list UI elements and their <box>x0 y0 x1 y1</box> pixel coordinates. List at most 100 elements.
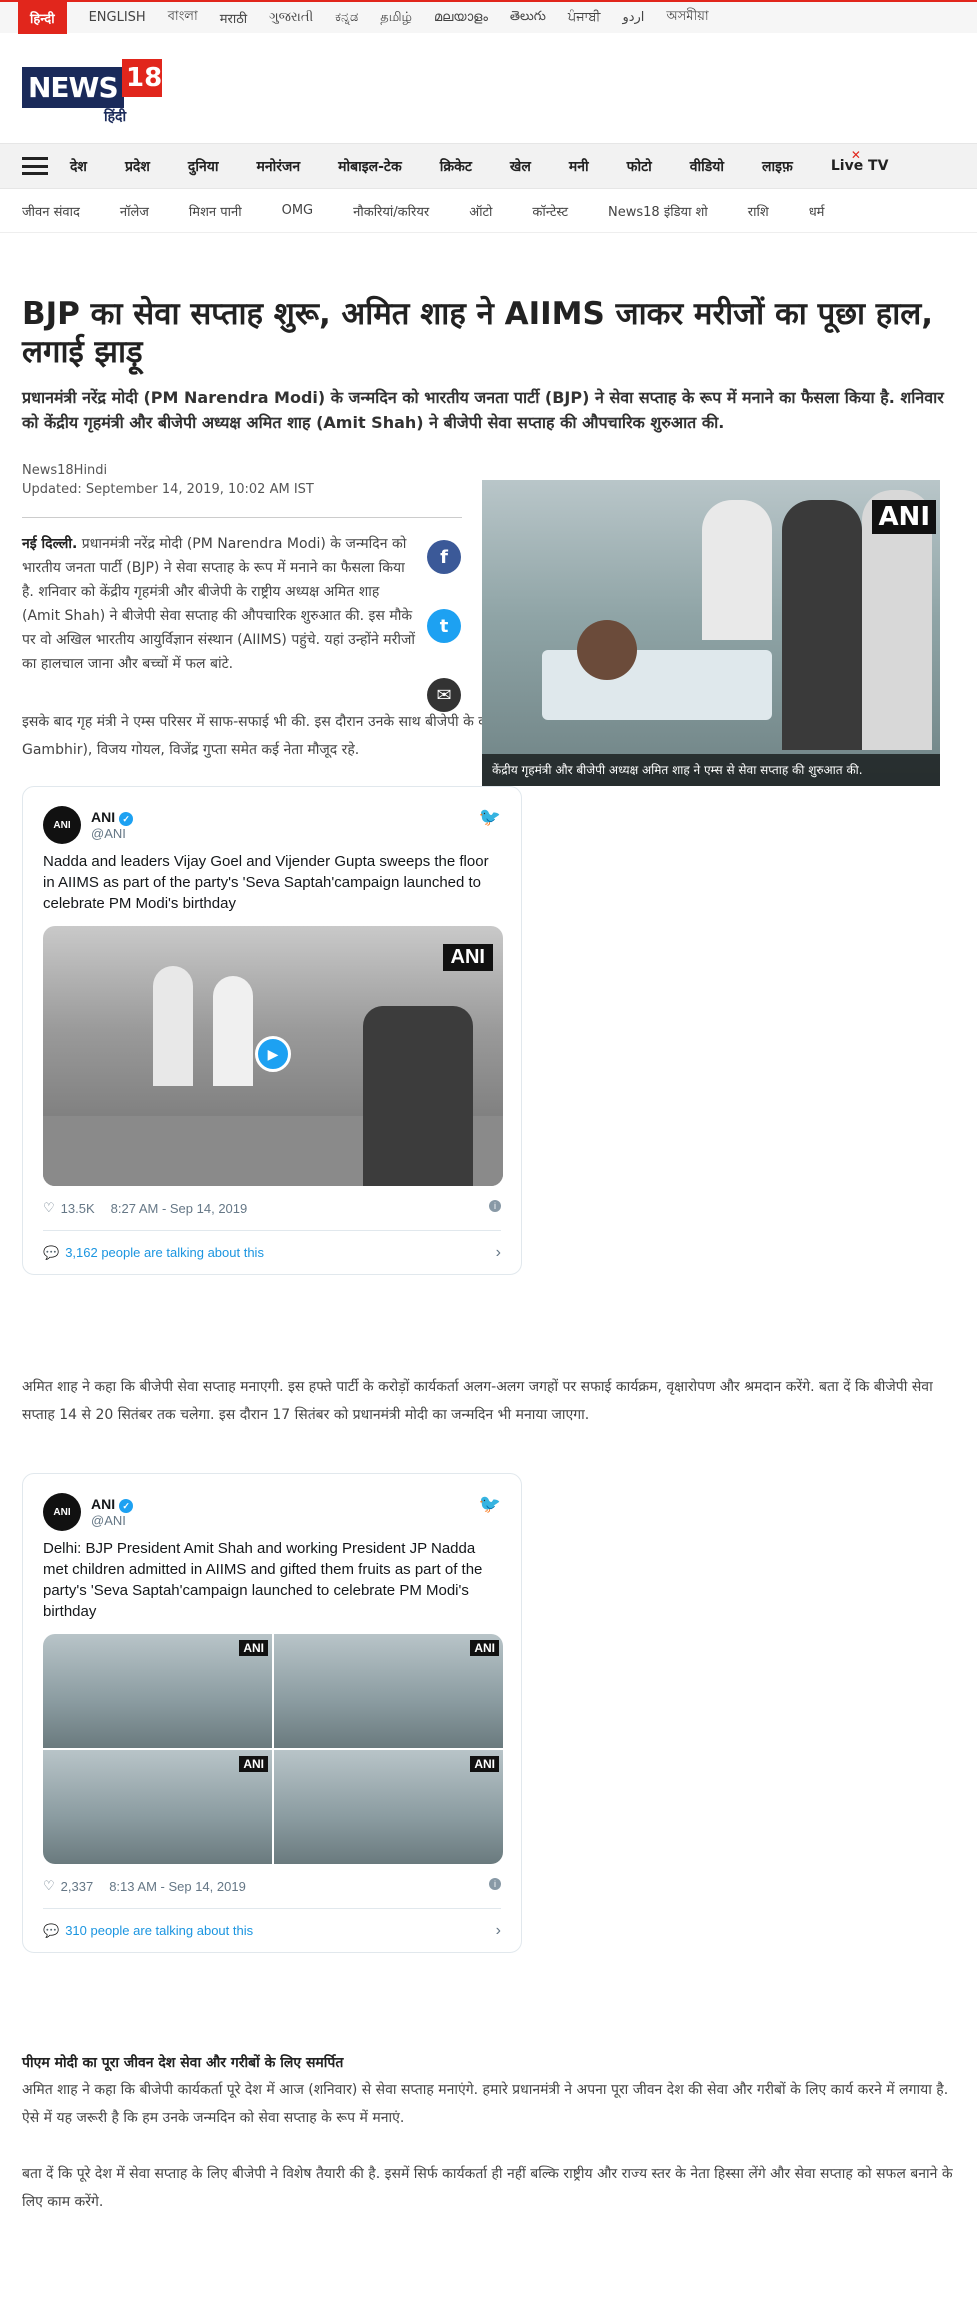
lang-assamese[interactable]: অসমীয়া <box>666 7 708 28</box>
hamburger-menu-icon[interactable] <box>22 157 48 175</box>
tweet-header: ANI ANI ✓ @ANI 🐦 <box>43 805 501 845</box>
tweet-embed-2[interactable]: ANI ANI ✓ @ANI 🐦 Delhi: BJP President Ami… <box>22 1473 522 1953</box>
play-icon[interactable]: ▶ <box>255 1036 291 1072</box>
lang-punjabi[interactable]: ਪੰਜਾਬੀ <box>568 10 601 25</box>
lang-tamil[interactable]: தமிழ் <box>380 10 412 26</box>
nav-khel[interactable]: खेल <box>510 157 531 176</box>
tweet-author-name[interactable]: ANI ✓ <box>91 1496 134 1513</box>
speech-bubble-icon: 💬 <box>43 1244 60 1260</box>
subnav-knowledge[interactable]: नॉलेज <box>120 202 149 220</box>
facebook-share-icon[interactable]: f <box>427 540 461 574</box>
lang-urdu[interactable]: اردو <box>622 10 644 25</box>
logo-sub: हिंदी <box>104 109 127 125</box>
nav-pradesh[interactable]: प्रदेश <box>125 157 150 176</box>
nav-money[interactable]: मनी <box>569 157 589 176</box>
nav-photo[interactable]: फोटो <box>627 157 652 176</box>
tweet-handle[interactable]: @ANI <box>91 826 133 841</box>
author-name[interactable]: News18Hindi <box>22 461 955 480</box>
language-bar: हिन्दी ENGLISH বাংলা मराठी ગુજરાતી ಕನ್ನಡ… <box>0 0 977 34</box>
twitter-share-icon[interactable]: t <box>427 609 461 643</box>
tweet-footer[interactable]: 💬 3,162 people are talking about this › <box>43 1230 501 1274</box>
lang-telugu[interactable]: తెలుగు <box>510 9 546 27</box>
tweet-text: Delhi: BJP President Amit Shah and worki… <box>43 1540 483 1620</box>
subnav-rashi[interactable]: राशि <box>748 202 769 220</box>
tweet-time[interactable]: 8:27 AM - Sep 14, 2019 <box>111 1201 248 1216</box>
heart-icon[interactable]: ♡ <box>43 1200 55 1216</box>
tweet-handle[interactable]: @ANI <box>91 1513 133 1528</box>
subnav-jeevan-samvad[interactable]: जीवन संवाद <box>22 202 80 220</box>
photo-figure <box>782 500 862 750</box>
subnav-naukriyan[interactable]: नौकरियां/करियर <box>353 202 429 220</box>
subnav-omg[interactable]: OMG <box>282 203 314 218</box>
lang-bangla[interactable]: বাংলা <box>168 7 198 28</box>
avatar[interactable]: ANI <box>43 806 81 844</box>
heart-icon[interactable]: ♡ <box>43 1878 55 1894</box>
logo-area: NEWS 18 हिंदी <box>0 33 977 143</box>
article-headline: BJP का सेवा सप्ताह शुरू, अमित शाह ने AII… <box>22 296 934 370</box>
tweet-header: ANI ANI ✓ @ANI 🐦 <box>43 1492 501 1532</box>
twitter-bird-icon[interactable]: 🐦 <box>479 807 501 828</box>
lead-text: प्रधानमंत्री नरेंद्र मोदी (PM Narendra M… <box>22 536 416 672</box>
photo-bed <box>542 650 772 720</box>
article-summary: प्रधानमंत्री नरेंद्र मोदी (PM Narendra M… <box>22 388 944 432</box>
tweet-talking: 3,162 people are talking about this <box>65 1245 264 1260</box>
nav-desh[interactable]: देश <box>70 157 87 176</box>
avatar[interactable]: ANI <box>43 1493 81 1531</box>
lang-hindi[interactable]: हिन्दी <box>18 1 67 34</box>
photo-watermark: ANI <box>872 500 936 534</box>
subnav-auto[interactable]: ऑटो <box>469 202 492 220</box>
info-icon[interactable]: i <box>489 1200 501 1212</box>
lead-image[interactable]: ANI केंद्रीय गृहमंत्री और बीजेपी अध्यक्ष… <box>482 480 940 786</box>
nav-life[interactable]: लाइफ़ <box>762 157 793 176</box>
photo-watermark: ANI <box>470 1640 499 1656</box>
twitter-bird-icon[interactable]: 🐦 <box>479 1494 501 1515</box>
tweet-embed-1[interactable]: ANI ANI ✓ @ANI 🐦 Nadda and leaders Vijay … <box>22 786 522 1275</box>
tweet-author-name-text: ANI <box>91 809 116 826</box>
main-nav: देश प्रदेश दुनिया मनोरंजन मोबाइल-टेक क्र… <box>0 143 977 189</box>
logo-number: 18 <box>122 59 162 97</box>
nav-duniya[interactable]: दुनिया <box>188 157 219 176</box>
tweet-video[interactable]: ANI ▶ <box>43 926 503 1186</box>
video-figure <box>153 966 193 1086</box>
logo-word: NEWS <box>22 67 124 108</box>
lang-english[interactable]: ENGLISH <box>89 10 146 25</box>
tweet-photo-4[interactable]: ANI <box>274 1750 503 1864</box>
tweet-photo-1[interactable]: ANI <box>43 1634 272 1748</box>
photo-patient <box>577 620 637 680</box>
lang-marathi[interactable]: मराठी <box>220 9 247 27</box>
tweet-likes: 2,337 <box>60 1878 94 1894</box>
tweet-photo-3[interactable]: ANI <box>43 1750 272 1864</box>
lang-malayalam[interactable]: മലയാളം <box>434 10 488 25</box>
nav-live-tv[interactable]: ✕ Live TV <box>831 148 889 174</box>
nav-video[interactable]: वीडियो <box>690 157 724 176</box>
sub-nav: जीवन संवाद नॉलेज मिशन पानी OMG नौकरियां/… <box>0 189 977 233</box>
subnav-contest[interactable]: कॉन्टेस्ट <box>532 202 568 220</box>
photo-watermark: ANI <box>470 1756 499 1772</box>
verified-badge-icon: ✓ <box>119 1498 134 1513</box>
nav-cricket[interactable]: क्रिकेट <box>440 157 472 176</box>
speech-bubble-icon: 💬 <box>43 1922 60 1938</box>
tweet-photo-grid: ANI ANI ANI ANI <box>43 1634 503 1864</box>
email-share-icon[interactable]: ✉ <box>427 678 461 712</box>
tweet-author-name[interactable]: ANI ✓ <box>91 809 134 826</box>
tweet-photo-2[interactable]: ANI <box>274 1634 503 1748</box>
tweet-footer[interactable]: 💬 310 people are talking about this › <box>43 1908 501 1952</box>
share-bar: f t ✉ <box>427 540 461 747</box>
video-figure <box>213 976 253 1086</box>
image-caption: केंद्रीय गृहमंत्री और बीजेपी अध्यक्ष अमि… <box>482 754 940 786</box>
lang-kannada[interactable]: ಕನ್ನಡ <box>335 10 358 25</box>
news18-logo[interactable]: NEWS 18 हिंदी <box>22 55 162 127</box>
nav-mobile-tech[interactable]: मोबाइल-टेक <box>338 157 402 176</box>
subnav-dharm[interactable]: धर्म <box>809 202 825 220</box>
photo-watermark: ANI <box>239 1756 268 1772</box>
article-paragraph-5: बता दें कि पूरे देश में सेवा सप्ताह के ल… <box>22 2166 953 2210</box>
subnav-india-show[interactable]: News18 इंडिया शो <box>608 202 708 220</box>
lang-gujarati[interactable]: ગુજરાતી <box>269 10 313 25</box>
chevron-right-icon: › <box>495 1243 501 1261</box>
nav-manoranjan[interactable]: मनोरंजन <box>256 157 300 176</box>
info-icon[interactable]: i <box>489 1878 501 1890</box>
tweet-time[interactable]: 8:13 AM - Sep 14, 2019 <box>109 1879 246 1894</box>
tweet-author-name-text: ANI <box>91 1496 116 1513</box>
subnav-mission-paani[interactable]: मिशन पानी <box>189 202 242 220</box>
lead-photo: ANI केंद्रीय गृहमंत्री और बीजेपी अध्यक्ष… <box>482 480 940 786</box>
